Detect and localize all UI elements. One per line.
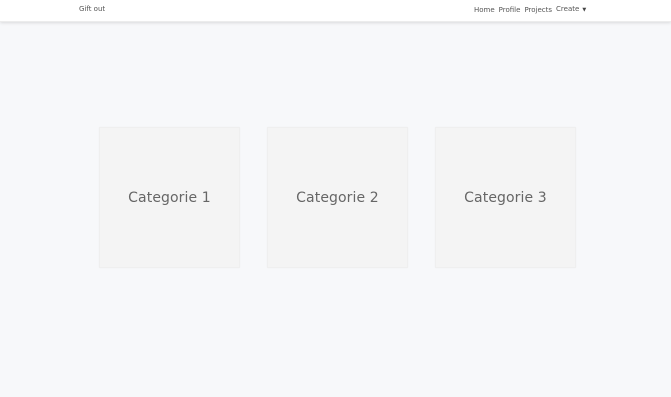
main-nav: Home Profile Projects Create ▼ <box>474 5 586 15</box>
nav-link-create-label: Create <box>556 5 580 13</box>
category-card-3[interactable]: Categorie 3 <box>435 127 576 268</box>
nav-link-projects[interactable]: Projects <box>524 6 552 15</box>
main-content: Categorie 1 Categorie 2 Categorie 3 <box>0 22 671 397</box>
top-navbar: Gift out Home Profile Projects Create ▼ <box>0 0 671 22</box>
category-label: Categorie 3 <box>464 189 547 206</box>
category-label: Categorie 1 <box>128 189 211 206</box>
nav-link-profile[interactable]: Profile <box>499 6 521 15</box>
caret-down-icon: ▼ <box>582 7 587 13</box>
category-card-2[interactable]: Categorie 2 <box>267 127 408 268</box>
brand-logo-link[interactable]: Gift out <box>79 5 105 14</box>
nav-link-home[interactable]: Home <box>474 6 495 15</box>
category-label: Categorie 2 <box>296 189 379 206</box>
nav-dropdown-create[interactable]: Create ▼ <box>556 5 586 15</box>
category-card-1[interactable]: Categorie 1 <box>99 127 240 268</box>
